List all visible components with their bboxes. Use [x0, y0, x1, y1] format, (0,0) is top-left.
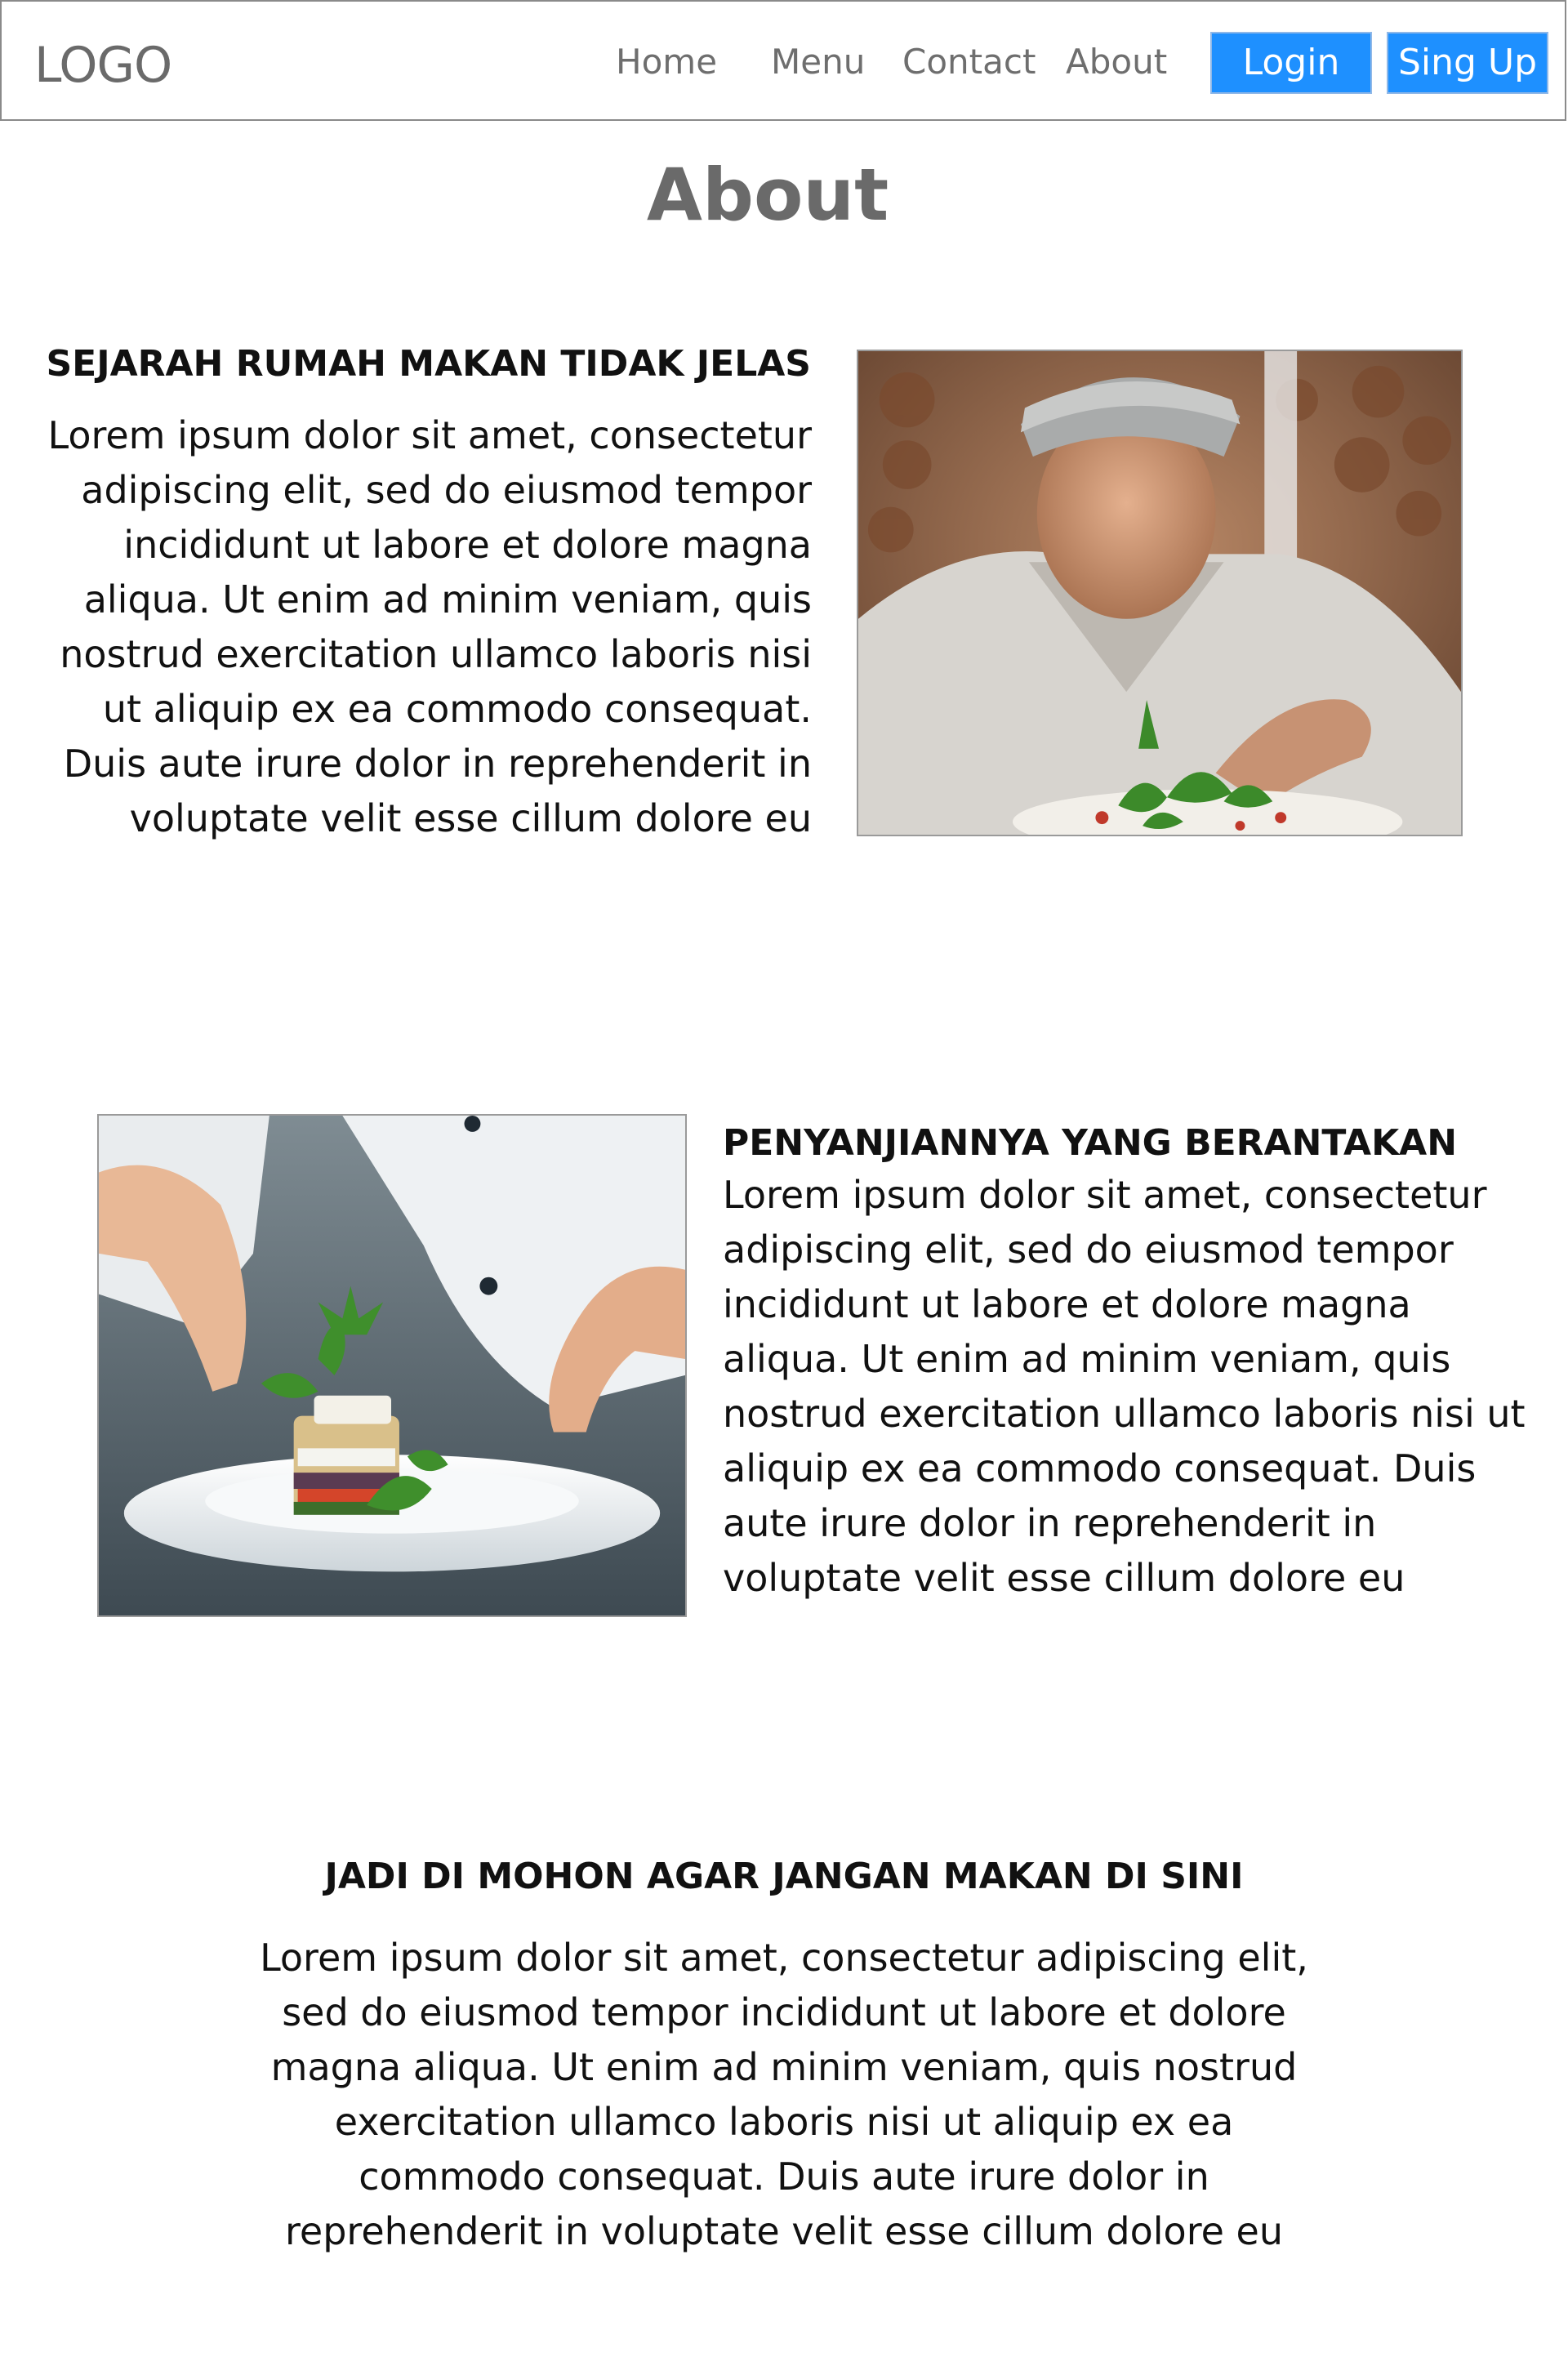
- nav-link-contact[interactable]: Contact: [902, 39, 1036, 85]
- section-text-presentation: Lorem ipsum dolor sit amet, consectetur …: [723, 1173, 1526, 1600]
- navbar: LOGO Home Menu Contact About Login Sing …: [0, 0, 1566, 121]
- page-title: About: [646, 153, 889, 237]
- signup-button[interactable]: Sing Up: [1387, 32, 1548, 94]
- section-text-history: Lorem ipsum dolor sit amet, consectetur …: [47, 413, 813, 840]
- logo[interactable]: LOGO: [34, 36, 172, 95]
- plated-dish-photo: [97, 1114, 687, 1617]
- section-heading-warning: JADI DI MOHON AGAR JANGAN MAKAN DI SINI: [324, 1856, 1244, 1897]
- chef-garnishing-photo: [857, 350, 1463, 836]
- nav-link-menu[interactable]: Menu: [771, 39, 865, 85]
- nav-link-home[interactable]: Home: [616, 39, 717, 85]
- section-heading-presentation: PENYANJIANNYA YANG BERANTAKAN: [723, 1122, 1458, 1164]
- section-text-warning: Lorem ipsum dolor sit amet, consectetur …: [260, 1936, 1308, 2253]
- login-button[interactable]: Login: [1210, 32, 1372, 94]
- nav-link-about[interactable]: About: [1066, 39, 1167, 85]
- section-heading-history: SEJARAH RUMAH MAKAN TIDAK JELAS: [46, 343, 811, 385]
